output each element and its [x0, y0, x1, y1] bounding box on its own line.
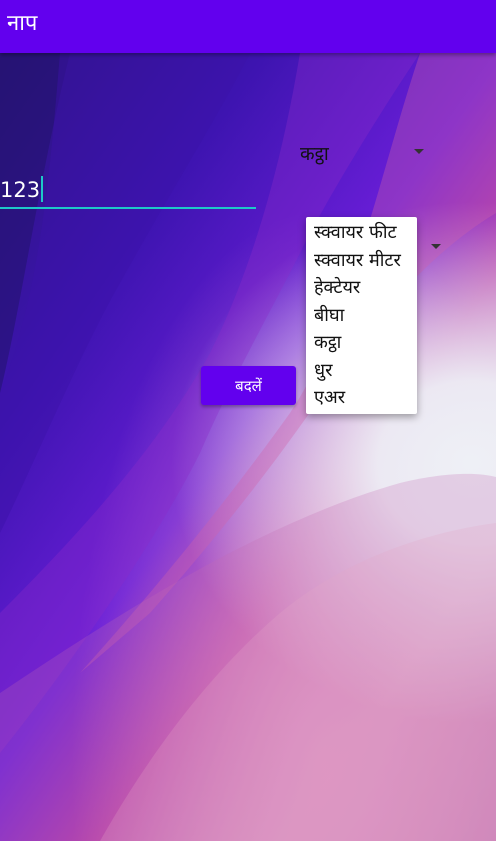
from-unit-value: कट्ठा [300, 143, 329, 165]
amount-value: 123 [0, 176, 44, 202]
text-caret [41, 176, 44, 202]
menu-item-square-feet[interactable]: स्क्वायर फीट [306, 219, 417, 247]
menu-item-kattha[interactable]: कट्ठा [306, 329, 417, 357]
amount-text: 123 [0, 178, 41, 202]
convert-button[interactable]: बदलें [201, 366, 296, 405]
menu-item-hectare[interactable]: हेक्टेयर [306, 274, 417, 302]
app-bar: नाप [0, 0, 496, 53]
menu-item-are[interactable]: एअर [306, 384, 417, 412]
to-unit-select[interactable] [415, 233, 445, 263]
menu-item-dhur[interactable]: धुर [306, 357, 417, 385]
background-wallpaper: कट्ठा 123 बदलें स्क्वायर फीट स्क्वायर मी… [0, 53, 496, 841]
menu-item-square-meter[interactable]: स्क्वायर मीटर [306, 247, 417, 275]
from-unit-select[interactable]: कट्ठा [300, 138, 428, 168]
to-unit-dropdown-menu: स्क्वायर फीट स्क्वायर मीटर हेक्टेयर बीघा… [306, 217, 417, 414]
dropdown-arrow-icon [414, 149, 424, 154]
dropdown-arrow-icon [431, 244, 441, 249]
amount-input[interactable]: 123 [0, 171, 256, 209]
menu-item-bigha[interactable]: बीघा [306, 302, 417, 330]
app-title: नाप [7, 11, 38, 36]
